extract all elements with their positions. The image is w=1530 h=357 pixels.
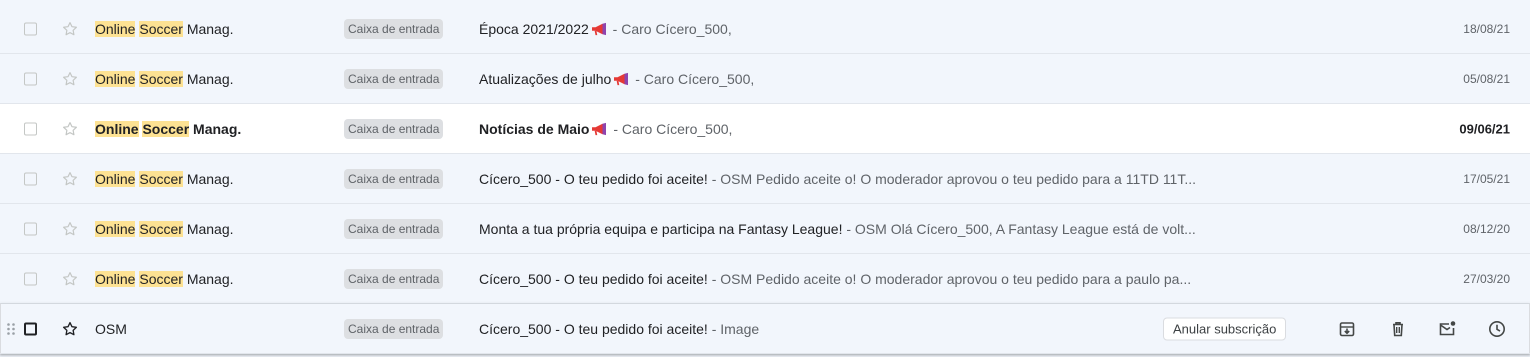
star-icon[interactable]: [61, 220, 79, 238]
email-row[interactable]: Online Soccer Manag. Caixa de entrada Ép…: [0, 4, 1530, 54]
subject: Atualizações de julho: [479, 70, 612, 87]
select-checkbox[interactable]: [24, 222, 37, 235]
select-checkbox[interactable]: [24, 272, 37, 285]
date: 09/06/21: [1459, 121, 1510, 136]
sender-name: Online Soccer Manag.: [95, 70, 234, 87]
select-checkbox[interactable]: [24, 172, 37, 185]
archive-icon: [1339, 321, 1355, 336]
email-row[interactable]: Online Soccer Manag. Caixa de entrada At…: [0, 54, 1530, 104]
subject: Cícero_500 - O teu pedido foi aceite!: [479, 320, 708, 337]
archive-button[interactable]: [1337, 319, 1357, 339]
email-row[interactable]: Online Soccer Manag. Caixa de entrada Cí…: [0, 254, 1530, 304]
subject: Cícero_500 - O teu pedido foi aceite!: [479, 270, 708, 287]
subject: Notícias de Maio: [479, 120, 590, 137]
snooze-button[interactable]: [1487, 319, 1507, 339]
star-icon[interactable]: [61, 70, 79, 88]
clock-icon: [1489, 320, 1505, 337]
snippet: - Image: [707, 320, 760, 337]
inbox-label[interactable]: Caixa de entrada: [344, 268, 444, 289]
megaphone-icon: [614, 72, 629, 85]
drag-handle-icon[interactable]: [6, 322, 16, 336]
unsubscribe-button[interactable]: Anular subscrição: [1163, 317, 1287, 340]
subject-line: Notícias de Maio - Caro Cícero_500,: [479, 121, 1385, 137]
select-checkbox[interactable]: [24, 72, 37, 85]
inbox-label[interactable]: Caixa de entrada: [344, 18, 444, 39]
subject-line: Época 2021/2022 - Caro Cícero_500,: [479, 21, 1385, 37]
select-checkbox[interactable]: [24, 322, 37, 335]
date: 18/08/21: [1463, 21, 1510, 36]
snippet: - Caro Cícero_500,: [609, 120, 733, 137]
sender-name: OSM: [95, 320, 127, 337]
mark-unread-button[interactable]: [1437, 319, 1457, 339]
sender-name: Online Soccer Manag.: [95, 120, 242, 137]
star-icon[interactable]: [61, 320, 79, 338]
date: 05/08/21: [1463, 71, 1510, 86]
subject-line: Cícero_500 - O teu pedido foi aceite! - …: [479, 171, 1385, 187]
star-icon[interactable]: [61, 20, 79, 38]
subject-line: Cícero_500 - O teu pedido foi aceite! - …: [479, 271, 1385, 287]
subject-line: Atualizações de julho - Caro Cícero_500,: [479, 71, 1385, 87]
subject: Monta a tua própria equipa e participa n…: [479, 220, 843, 237]
megaphone-icon: [592, 122, 607, 135]
snippet: - OSM Olá Cícero_500, A Fantasy League e…: [842, 220, 1196, 237]
inbox-label[interactable]: Caixa de entrada: [344, 318, 444, 339]
sender-name: Online Soccer Manag.: [95, 220, 234, 237]
snippet: - Caro Cícero_500,: [608, 20, 732, 37]
email-row-unread[interactable]: Online Soccer Manag. Caixa de entrada No…: [0, 104, 1530, 154]
megaphone-icon: [591, 22, 606, 35]
subject: Cícero_500 - O teu pedido foi aceite!: [479, 170, 708, 187]
inbox-label[interactable]: Caixa de entrada: [344, 218, 444, 239]
date: 17/05/21: [1463, 171, 1510, 186]
snippet: - OSM Pedido aceite o! O moderador aprov…: [707, 170, 1197, 187]
inbox-label[interactable]: Caixa de entrada: [344, 118, 444, 139]
snippet: - OSM Pedido aceite o! O moderador aprov…: [707, 270, 1192, 287]
select-checkbox[interactable]: [24, 122, 37, 135]
inbox-label[interactable]: Caixa de entrada: [344, 68, 444, 89]
trash-icon: [1393, 321, 1403, 336]
star-icon[interactable]: [61, 270, 79, 288]
select-checkbox[interactable]: [24, 22, 37, 35]
sender-name: Online Soccer Manag.: [95, 20, 234, 37]
subject-line: Cícero_500 - O teu pedido foi aceite! - …: [479, 321, 1149, 337]
email-row[interactable]: Online Soccer Manag. Caixa de entrada Cí…: [0, 154, 1530, 204]
star-icon[interactable]: [61, 170, 79, 188]
inbox-label[interactable]: Caixa de entrada: [344, 168, 444, 189]
subject-line: Monta a tua própria equipa e participa n…: [479, 221, 1385, 237]
snippet: - Caro Cícero_500,: [631, 70, 755, 87]
star-icon[interactable]: [61, 120, 79, 138]
email-row[interactable]: Online Soccer Manag. Caixa de entrada Mo…: [0, 204, 1530, 254]
mark-unread-icon: [1439, 320, 1456, 335]
sender-name: Online Soccer Manag.: [95, 170, 234, 187]
sender-name: Online Soccer Manag.: [95, 270, 234, 287]
email-list: Online Soccer Manag. Caixa de entrada Ép…: [0, 0, 1530, 357]
subject: Época 2021/2022: [479, 20, 589, 37]
email-row-hovered[interactable]: OSM Caixa de entrada Cícero_500 - O teu …: [0, 304, 1530, 354]
delete-button[interactable]: [1388, 319, 1408, 339]
date: 08/12/20: [1463, 221, 1510, 236]
date: 27/03/20: [1463, 271, 1510, 286]
